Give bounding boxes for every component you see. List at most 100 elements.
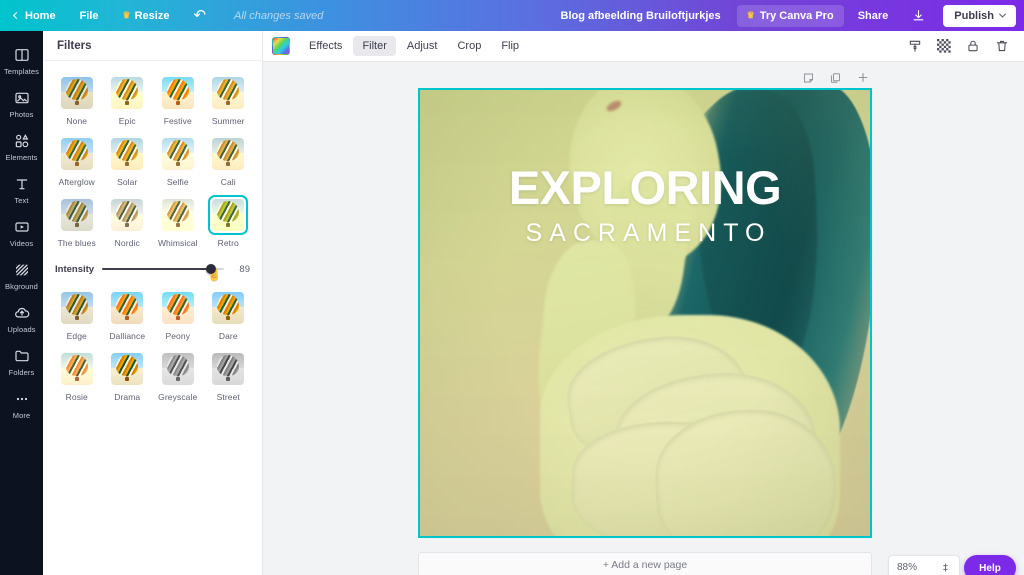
filter-thumb-wrap bbox=[57, 73, 97, 113]
design-canvas[interactable]: EXPLORING SACRAMENTO bbox=[418, 88, 872, 538]
filter-item-solar[interactable]: Solar bbox=[103, 132, 153, 191]
file-menu-button[interactable]: File bbox=[68, 0, 111, 31]
notes-button[interactable] bbox=[802, 71, 815, 84]
top-bar-left: Home File ♛ Resize ↶ All changes saved bbox=[0, 0, 323, 31]
tab-effects[interactable]: Effects bbox=[300, 36, 351, 56]
photo-element[interactable] bbox=[420, 90, 870, 536]
filter-thumbnail bbox=[60, 353, 93, 385]
sidebar-label: Folders bbox=[8, 368, 35, 377]
filter-item-edge[interactable]: Edge bbox=[52, 286, 102, 345]
help-button[interactable]: Help bbox=[964, 555, 1016, 575]
design-canvas-wrapper: EXPLORING SACRAMENTO bbox=[418, 88, 872, 538]
filter-item-summer[interactable]: Summer bbox=[204, 71, 254, 130]
filter-thumbnail bbox=[212, 138, 245, 170]
filter-label: Selfie bbox=[166, 177, 189, 187]
filter-label: Afterglow bbox=[58, 177, 95, 187]
zoom-control[interactable]: 88% bbox=[888, 555, 960, 575]
home-label: Home bbox=[25, 9, 56, 22]
add-page-button[interactable] bbox=[856, 71, 869, 84]
filter-item-peony[interactable]: Peony bbox=[153, 286, 203, 345]
filter-item-dare[interactable]: Dare bbox=[204, 286, 254, 345]
home-button[interactable]: Home bbox=[0, 0, 68, 31]
add-new-page-button[interactable]: + Add a new page bbox=[418, 552, 872, 575]
filter-thumb-wrap bbox=[57, 288, 97, 328]
balloon-icon bbox=[217, 293, 240, 320]
filter-item-none[interactable]: None bbox=[52, 71, 102, 130]
filter-item-festive[interactable]: Festive bbox=[153, 71, 203, 130]
filter-thumbnail bbox=[60, 138, 93, 170]
balloon-icon bbox=[166, 78, 189, 105]
filter-item-street[interactable]: Street bbox=[204, 347, 254, 406]
filter-item-drama[interactable]: Drama bbox=[103, 347, 153, 406]
filter-label: Retro bbox=[217, 238, 239, 248]
document-title[interactable]: Blog afbeelding Bruiloftjurkjes bbox=[547, 10, 735, 22]
try-canva-pro-button[interactable]: ♛ Try Canva Pro bbox=[736, 4, 844, 27]
sidebar-item-elements[interactable]: Elements bbox=[0, 125, 43, 168]
balloon-icon bbox=[217, 354, 240, 381]
lock-button[interactable] bbox=[965, 39, 980, 54]
chevron-down-icon bbox=[998, 10, 1007, 18]
more-icon bbox=[13, 390, 31, 408]
sidebar-item-more[interactable]: More bbox=[0, 383, 43, 426]
sidebar-item-templates[interactable]: Templates bbox=[0, 39, 43, 82]
filter-thumb-wrap bbox=[158, 195, 198, 235]
filter-label: Greyscale bbox=[158, 392, 198, 402]
sidebar-item-videos[interactable]: Videos bbox=[0, 211, 43, 254]
sidebar-item-photos[interactable]: Photos bbox=[0, 82, 43, 125]
filter-item-nordic[interactable]: Nordic bbox=[103, 193, 153, 252]
filter-item-selfie[interactable]: Selfie bbox=[153, 132, 203, 191]
balloon-icon bbox=[65, 78, 88, 105]
intensity-control: Intensity ☝ 89 bbox=[43, 254, 262, 286]
tab-adjust[interactable]: Adjust bbox=[398, 36, 447, 56]
filter-thumb-wrap bbox=[158, 134, 198, 174]
filter-label: None bbox=[66, 116, 88, 126]
sidebar-item-folders[interactable]: Folders bbox=[0, 340, 43, 383]
sidebar-item-text[interactable]: Text bbox=[0, 168, 43, 211]
delete-button[interactable] bbox=[994, 39, 1009, 54]
slider-fill bbox=[102, 268, 211, 270]
filter-thumb-wrap bbox=[208, 288, 248, 328]
undo-icon: ↶ bbox=[193, 7, 207, 24]
copy-style-button[interactable] bbox=[907, 39, 922, 54]
filter-thumb-wrap bbox=[57, 349, 97, 389]
balloon-icon bbox=[116, 354, 139, 381]
sidebar-item-uploads[interactable]: Uploads bbox=[0, 297, 43, 340]
intensity-value: 89 bbox=[239, 263, 250, 275]
intensity-slider[interactable]: ☝ bbox=[102, 262, 224, 282]
filter-thumb-wrap bbox=[208, 73, 248, 113]
duplicate-page-button[interactable] bbox=[829, 71, 842, 84]
filter-item-whimsical[interactable]: Whimsical bbox=[153, 193, 203, 252]
filter-item-dalliance[interactable]: Dalliance bbox=[103, 286, 153, 345]
filter-label: Festive bbox=[163, 116, 192, 126]
transparency-button[interactable] bbox=[936, 39, 951, 54]
file-label: File bbox=[79, 9, 99, 22]
filter-label: Whimsical bbox=[157, 238, 198, 248]
filter-item-cali[interactable]: Cali bbox=[204, 132, 254, 191]
filter-item-afterglow[interactable]: Afterglow bbox=[52, 132, 102, 191]
filter-item-the-blues[interactable]: The blues bbox=[52, 193, 102, 252]
balloon-icon bbox=[217, 78, 240, 105]
undo-button[interactable]: ↶ bbox=[181, 0, 218, 31]
share-button[interactable]: Share bbox=[846, 5, 901, 27]
balloon-icon bbox=[116, 200, 139, 227]
filter-item-rosie[interactable]: Rosie bbox=[52, 347, 102, 406]
filter-label: Nordic bbox=[114, 238, 140, 248]
rainbow-swatch-icon[interactable] bbox=[272, 37, 290, 55]
sidebar-item-background[interactable]: Bkground bbox=[0, 254, 43, 297]
filter-item-epic[interactable]: Epic bbox=[103, 71, 153, 130]
filter-item-retro[interactable]: Retro bbox=[204, 193, 254, 252]
tab-flip[interactable]: Flip bbox=[492, 36, 528, 56]
tab-crop[interactable]: Crop bbox=[448, 36, 490, 56]
filter-thumbnail bbox=[111, 77, 144, 109]
zoom-slider-icon[interactable] bbox=[940, 562, 951, 573]
filter-thumbnail bbox=[161, 292, 194, 324]
filter-thumbnail bbox=[161, 199, 194, 231]
tab-filter[interactable]: Filter bbox=[353, 36, 396, 56]
filter-thumb-wrap bbox=[158, 288, 198, 328]
download-button[interactable] bbox=[902, 5, 935, 26]
resize-button[interactable]: ♛ Resize bbox=[111, 0, 182, 31]
publish-button[interactable]: Publish bbox=[943, 4, 1016, 27]
filter-label: Solar bbox=[117, 177, 138, 187]
filter-thumb-wrap bbox=[107, 288, 147, 328]
filter-item-greyscale[interactable]: Greyscale bbox=[153, 347, 203, 406]
